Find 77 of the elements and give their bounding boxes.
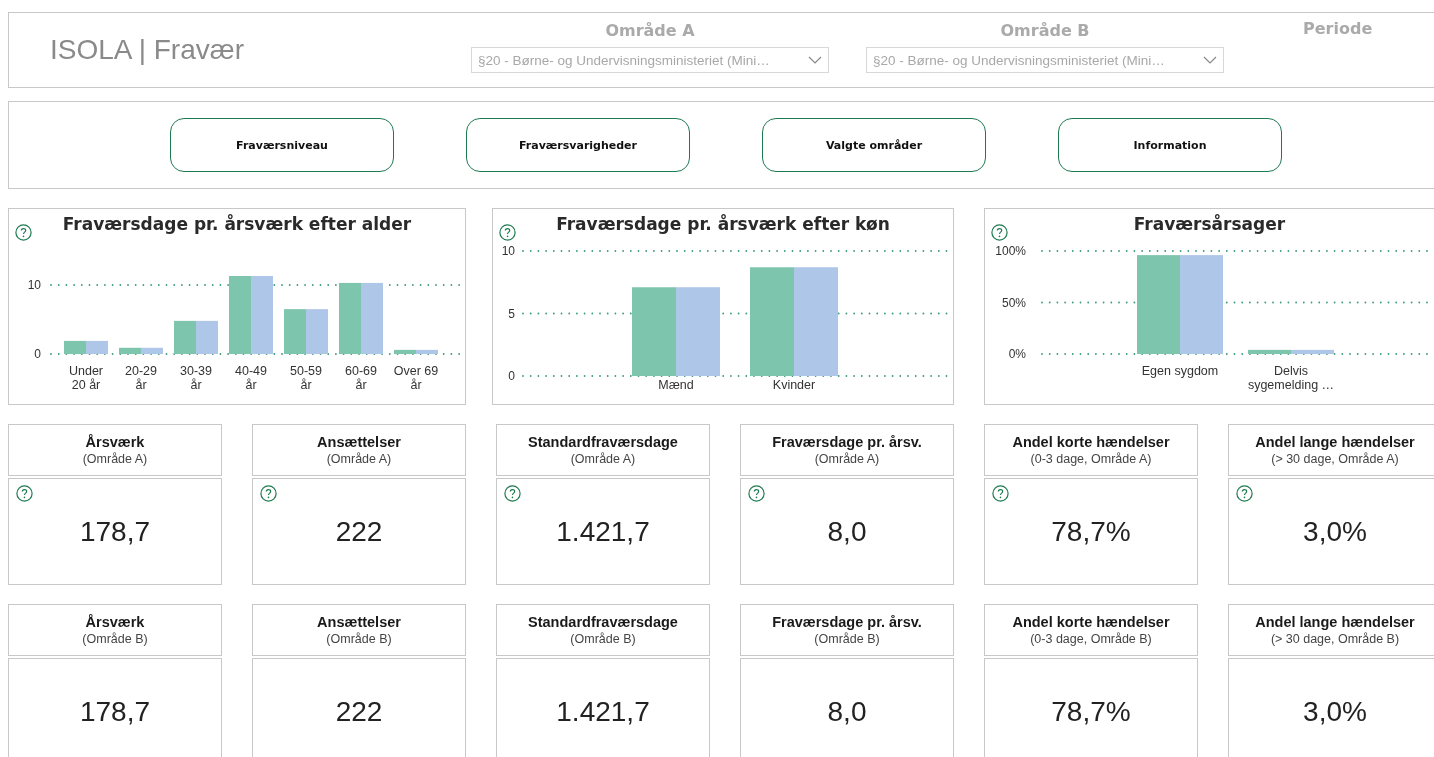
filter-label: Periode (1303, 19, 1373, 40)
nav-button[interactable]: Fraværsvarigheder (466, 118, 690, 172)
chart-title: Fraværsdage pr. årsværk efter køn (556, 214, 890, 236)
help-icon[interactable] (15, 224, 32, 241)
card-subtitle: (Område B) (326, 632, 392, 646)
category-label: Delvis sygemelding … (1247, 364, 1335, 392)
nav-button[interactable]: Information (1058, 118, 1282, 172)
card-title: Andel lange hændelser (1255, 614, 1415, 630)
category-label: 40-49 år (235, 364, 267, 392)
card-subtitle: (Område A) (570, 452, 636, 466)
metric-value: 1.421,7 (556, 515, 650, 548)
metric-value: 78,7% (1051, 515, 1131, 548)
filter-label: Område A (605, 21, 695, 42)
axis-label: 50% (1001, 295, 1026, 310)
help-icon[interactable] (260, 485, 277, 502)
category-label: Over 69 år (393, 364, 439, 392)
metric-value: 178,7 (79, 515, 151, 548)
category-label: 60-69 år (345, 364, 377, 392)
category-label: 20-29 år (125, 364, 157, 392)
help-icon[interactable] (991, 224, 1008, 241)
axis-label: 0 (508, 369, 515, 383)
card-title: Fraværsdage pr. årsv. (772, 614, 922, 630)
card-title: Årsværk (85, 614, 145, 630)
category-label: 50-59 år (290, 364, 322, 392)
help-icon[interactable] (992, 485, 1009, 502)
card-subtitle: (0-3 dage, Område B) (1030, 632, 1152, 646)
axis-label: 100% (995, 244, 1026, 258)
category-label: Egen sygdom (1141, 364, 1219, 378)
app-title: ISOLA | Fravær (50, 34, 245, 66)
category-label: Mænd (658, 378, 694, 392)
card-title: Standardfraværsdage (528, 614, 678, 630)
help-icon[interactable] (499, 224, 516, 241)
card-title: Ansættelser (317, 434, 401, 450)
card-subtitle: (Område B) (570, 632, 636, 646)
filter-label: Område B (1000, 21, 1090, 42)
card-subtitle: (> 30 dage, Område A) (1271, 452, 1399, 466)
card-subtitle: (Område B) (82, 632, 148, 646)
card-title: Standardfraværsdage (528, 434, 678, 450)
card-subtitle: (Område A) (326, 452, 392, 466)
help-icon[interactable] (748, 485, 765, 502)
card-subtitle: (Område B) (814, 632, 880, 646)
card-title: Ansættelser (317, 614, 401, 630)
axis-label: 5 (508, 306, 515, 321)
metric-value: 1.421,7 (556, 695, 650, 728)
metric-value: 8,0 (827, 515, 867, 548)
card-title: Andel korte hændelser (1012, 614, 1170, 630)
axis-label: 10 (501, 244, 515, 258)
axis-label: 0% (1008, 347, 1026, 361)
metric-value: 3,0% (1303, 515, 1367, 548)
card-subtitle: (0-3 dage, Område A) (1030, 452, 1152, 466)
help-icon[interactable] (16, 485, 33, 502)
category-label: Kvinder (772, 378, 816, 392)
category-label: 30-39 år (180, 364, 212, 392)
chart-title: Fraværsdage pr. årsværk efter alder (62, 214, 412, 236)
chevron-down-icon (1203, 56, 1217, 64)
metric-value: 222 (335, 695, 383, 728)
help-icon[interactable] (1236, 485, 1253, 502)
metric-value: 78,7% (1051, 695, 1131, 728)
metric-value: 8,0 (827, 695, 867, 728)
card-title: Årsværk (85, 434, 145, 450)
card-subtitle: (Område A) (82, 452, 148, 466)
metric-value: 222 (335, 515, 383, 548)
axis-label: 10 (27, 278, 41, 292)
metric-value: 178,7 (79, 695, 151, 728)
axis-label: 0 (34, 347, 41, 361)
chevron-down-icon (808, 56, 822, 64)
category-label: Under 20 år (69, 364, 103, 392)
card-subtitle: (> 30 dage, Område B) (1270, 632, 1400, 646)
card-title: Andel lange hændelser (1255, 434, 1415, 450)
chart-title: Fraværsårsager (1133, 214, 1286, 236)
card-subtitle: (Område A) (814, 452, 880, 466)
help-icon[interactable] (504, 485, 521, 502)
card-title: Andel korte hændelser (1012, 434, 1170, 450)
nav-button[interactable]: Valgte områder (762, 118, 986, 172)
metric-value: 3,0% (1303, 695, 1367, 728)
card-title: Fraværsdage pr. årsv. (772, 434, 922, 450)
nav-button[interactable]: Fraværsniveau (170, 118, 394, 172)
